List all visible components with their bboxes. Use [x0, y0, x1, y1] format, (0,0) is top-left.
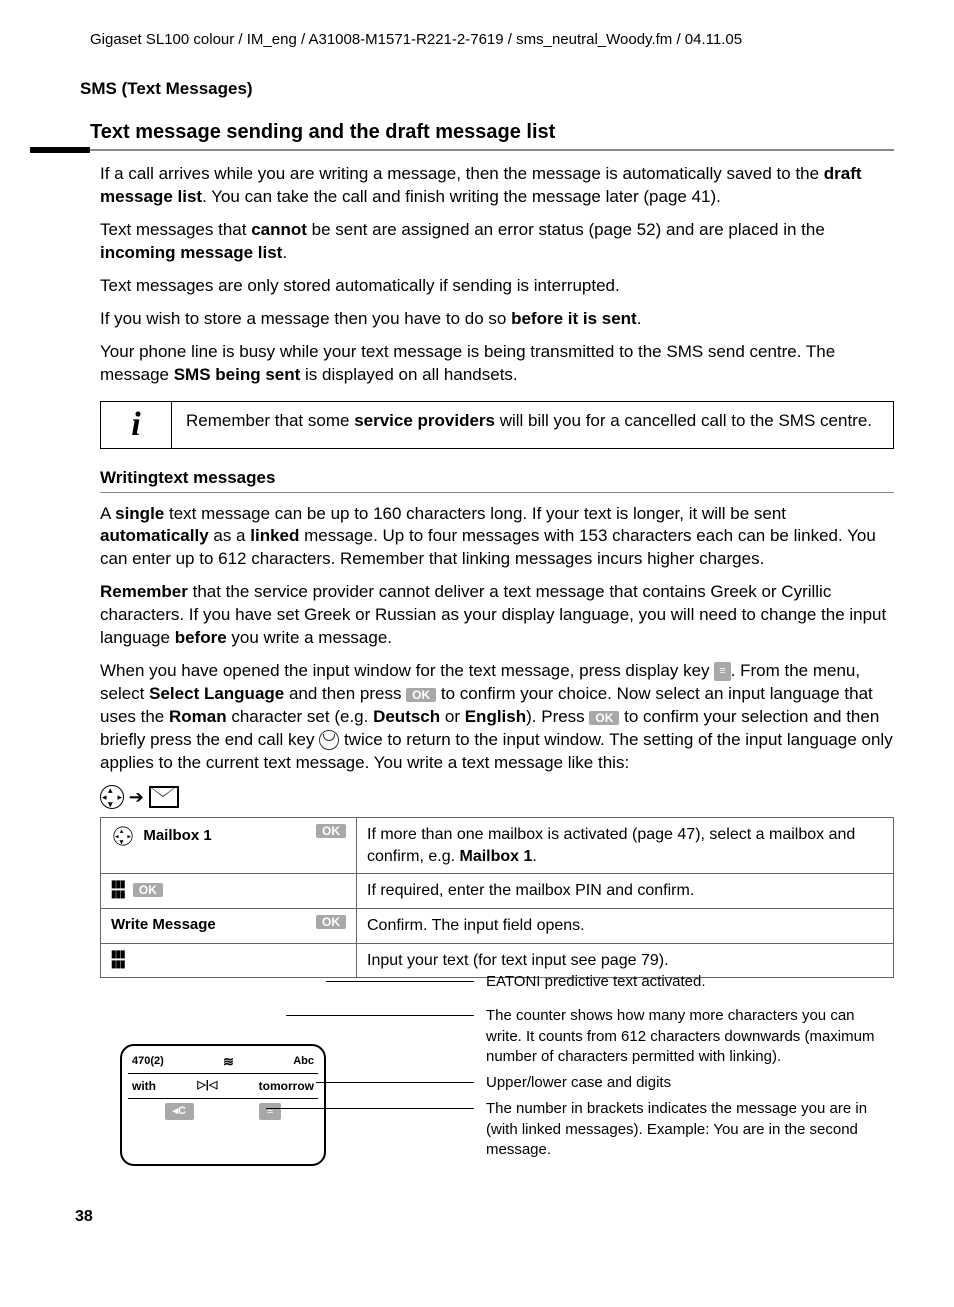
envelope-icon — [149, 786, 179, 808]
heading-writing: Writingtext messages — [100, 467, 894, 493]
nav-sequence: ◂▸▴▾ ➔ — [100, 785, 894, 809]
para-store: If you wish to store a message then you … — [100, 308, 894, 331]
heading-main-text: Text message sending and the draft messa… — [90, 121, 555, 143]
annot-brackets: The number in brackets indicates the mes… — [466, 1099, 894, 1160]
step-desc: If required, enter the mailbox PIN and c… — [357, 874, 894, 909]
step-row-mailbox: ◂▸▴▾ Mailbox 1 OK If more than one mailb… — [101, 818, 894, 874]
eatoni-icon: ≋ — [223, 1053, 234, 1071]
page-number: 38 — [75, 1206, 894, 1228]
ok-key-icon: OK — [589, 711, 619, 725]
para-error: Text messages that cannot be sent are as… — [100, 219, 894, 265]
step-desc: Confirm. The input field opens. — [357, 908, 894, 943]
phone-counter: 470(2) — [132, 1054, 164, 1069]
nav-key-icon: ◂▸▴▾ — [113, 827, 132, 846]
section-label: SMS (Text Messages) — [80, 78, 894, 101]
ok-key-icon: OK — [316, 915, 346, 929]
softkey-c: ◂C — [165, 1103, 194, 1120]
phone-mode: Abc — [293, 1054, 314, 1069]
ok-key-icon: OK — [133, 883, 163, 897]
para-charset: Remember that the service provider canno… — [100, 581, 894, 650]
doc-header: Gigaset SL100 colour / IM_eng / A31008-M… — [90, 30, 894, 50]
info-icon: i — [101, 402, 172, 448]
info-text: Remember that some service providers wil… — [172, 402, 893, 448]
para-length: A single text message can be up to 160 c… — [100, 503, 894, 572]
body-content: If a call arrives while you are writing … — [100, 163, 894, 1166]
phone-screen: 470(2) ≋ Abc with ▷|◁ tomorrow ◂C ≡ — [120, 1044, 326, 1166]
steps-table: ◂▸▴▾ Mailbox 1 OK If more than one mailb… — [100, 817, 894, 978]
annot-eatoni: EATONI predictive text activated. — [466, 972, 894, 992]
end-call-icon — [319, 730, 339, 750]
ok-key-icon: OK — [406, 688, 436, 702]
heading-main: Text message sending and the draft messa… — [90, 119, 894, 151]
phone-diagram: 470(2) ≋ Abc with ▷|◁ tomorrow ◂C ≡ EATO… — [120, 1006, 894, 1166]
para-draft: If a call arrives while you are writing … — [100, 163, 894, 209]
phone-text-with: with — [132, 1078, 156, 1094]
ok-key-icon: OK — [316, 824, 346, 838]
para-language: When you have opened the input window fo… — [100, 660, 894, 775]
menu-key-icon: ≡ — [714, 662, 730, 681]
keypad-icon: ▮▮▮▮▮▮ — [111, 880, 125, 900]
softkey-menu: ≡ — [259, 1103, 281, 1120]
cursor-icon: ▷|◁ — [197, 1078, 217, 1093]
heading-bar — [30, 147, 90, 153]
annotations: EATONI predictive text activated. The co… — [466, 1006, 894, 1166]
nav-key-icon: ◂▸▴▾ — [100, 785, 124, 809]
step-desc: If more than one mailbox is activated (p… — [357, 818, 894, 874]
step-row-pin: ▮▮▮▮▮▮ OK If required, enter the mailbox… — [101, 874, 894, 909]
annot-case: Upper/lower case and digits — [466, 1073, 894, 1093]
para-interrupt: Text messages are only stored automatica… — [100, 275, 894, 298]
phone-text-tomorrow: tomorrow — [259, 1078, 314, 1094]
para-busy: Your phone line is busy while your text … — [100, 341, 894, 387]
arrow-icon: ➔ — [129, 787, 149, 807]
keypad-icon: ▮▮▮▮▮▮ — [111, 950, 125, 970]
step-row-write: Write Message OK Confirm. The input fiel… — [101, 908, 894, 943]
annot-counter: The counter shows how many more characte… — [466, 1006, 894, 1067]
info-box: i Remember that some service providers w… — [100, 401, 894, 449]
